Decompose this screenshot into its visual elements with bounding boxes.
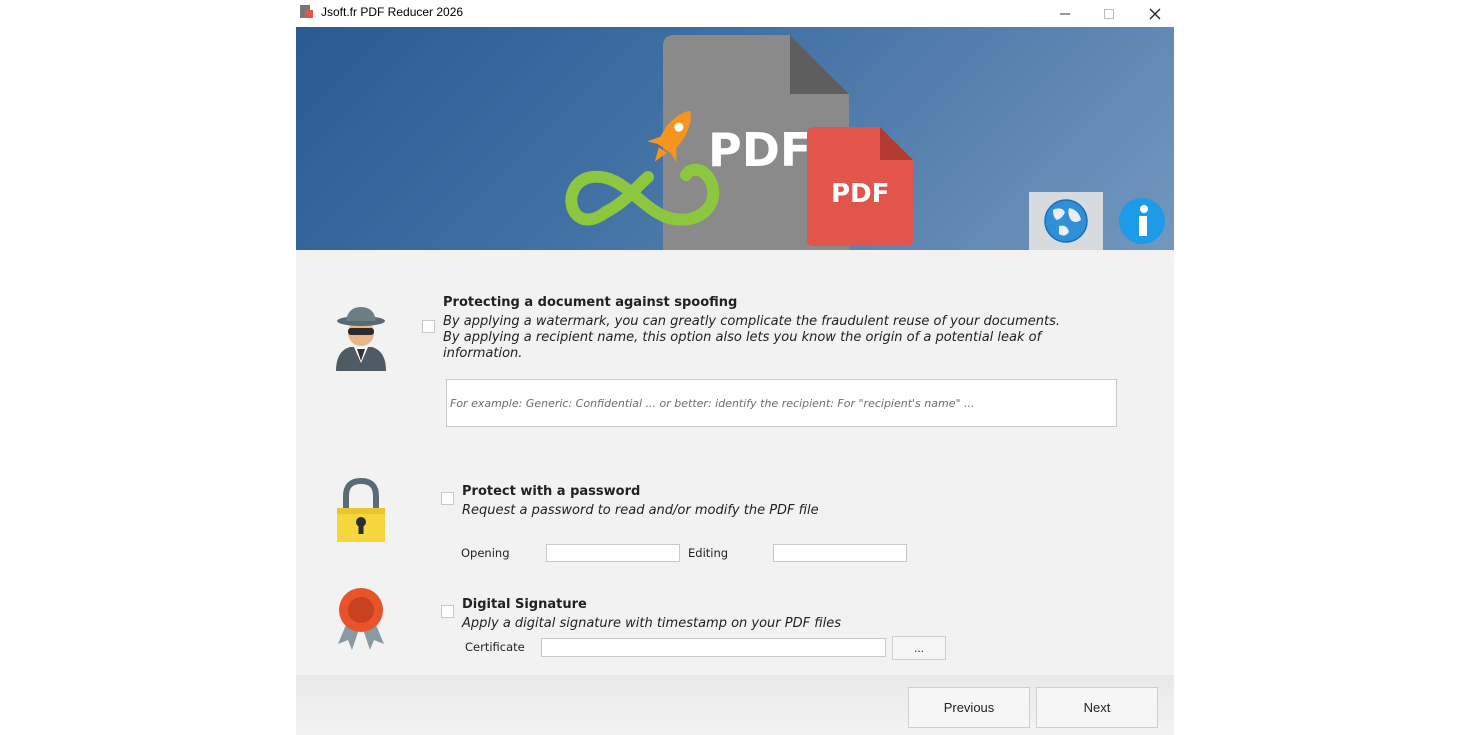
opening-password-input[interactable] — [546, 544, 680, 562]
signature-checkbox[interactable] — [441, 605, 454, 618]
certificate-input[interactable] — [541, 638, 886, 657]
opening-label: Opening — [461, 546, 510, 560]
signature-description: Apply a digital signature with timestamp… — [462, 616, 842, 631]
title-bar: Jsoft.fr PDF Reducer 2026 — [296, 0, 1174, 27]
browse-certificate-button[interactable]: ... — [892, 636, 946, 660]
red-pdf-label: PDF — [831, 179, 889, 209]
spoofing-description: By applying a watermark, you can greatly… — [443, 314, 1123, 362]
info-icon — [1119, 198, 1165, 244]
password-description: Request a password to read and/or modify… — [462, 503, 819, 518]
spy-icon — [336, 307, 386, 371]
window-title: Jsoft.fr PDF Reducer 2026 — [321, 5, 464, 19]
footer-bar: Previous Next — [296, 675, 1174, 735]
maximize-icon — [1104, 8, 1114, 19]
close-icon — [1149, 8, 1161, 19]
password-checkbox[interactable] — [441, 492, 454, 505]
spoofing-desc-line2: By applying a recipient name, this optio… — [443, 330, 1042, 345]
signature-heading: Digital Signature — [462, 597, 587, 612]
watermark-input[interactable]: For example: Generic: Confidential ... o… — [446, 379, 1117, 427]
editing-label: Editing — [688, 546, 729, 560]
password-heading: Protect with a password — [462, 484, 641, 499]
close-button[interactable] — [1132, 0, 1174, 27]
minimize-icon — [1060, 13, 1070, 14]
spoofing-desc-line1: By applying a watermark, you can greatly… — [443, 314, 1061, 329]
lock-icon — [337, 478, 385, 542]
spoofing-desc-line3: information. — [443, 346, 523, 361]
spoofing-checkbox[interactable] — [422, 320, 435, 333]
about-button[interactable] — [1110, 192, 1174, 250]
language-button[interactable] — [1029, 192, 1103, 250]
header-banner: PDF PDF — [296, 27, 1174, 250]
app-window: Jsoft.fr PDF Reducer 2026 PDF PDF Protec… — [296, 0, 1174, 735]
certificate-label: Certificate — [465, 640, 525, 654]
app-icon — [300, 5, 313, 18]
big-pdf-label: PDF — [708, 123, 811, 177]
maximize-button[interactable] — [1086, 0, 1132, 27]
previous-button[interactable]: Previous — [908, 687, 1030, 728]
spoofing-heading: Protecting a document against spoofing — [443, 295, 738, 310]
editing-password-input[interactable] — [773, 544, 907, 562]
options-panel: Protecting a document against spoofing B… — [296, 250, 1174, 675]
next-button[interactable]: Next — [1036, 687, 1158, 728]
watermark-placeholder: For example: Generic: Confidential ... o… — [450, 397, 975, 410]
minimize-button[interactable] — [1042, 0, 1088, 27]
seal-icon — [338, 588, 384, 650]
globe-icon — [1044, 199, 1088, 243]
